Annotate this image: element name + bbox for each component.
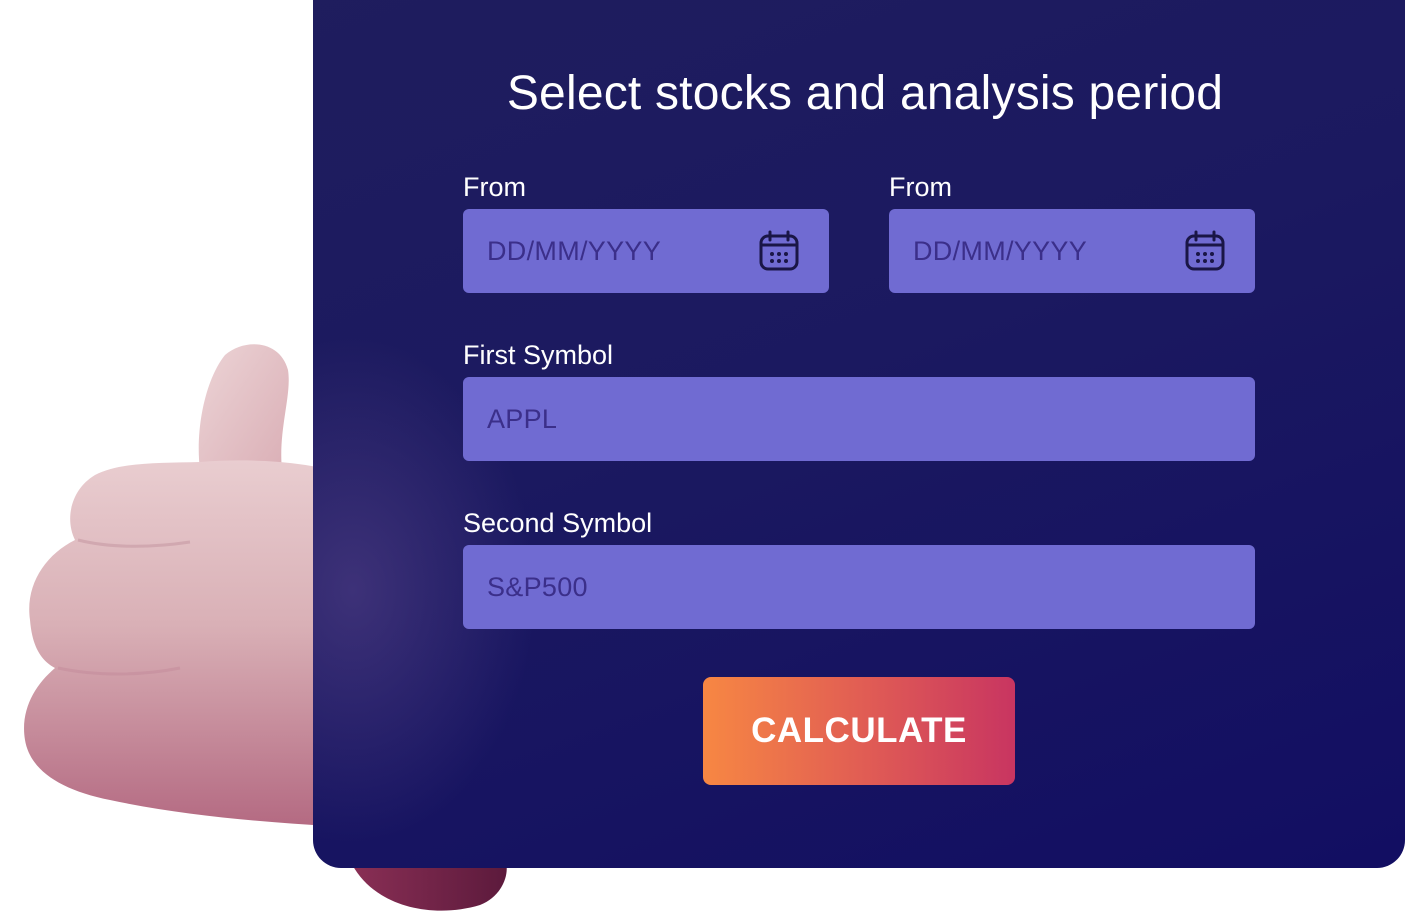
first-symbol-input[interactable]: APPL [463,377,1255,461]
second-symbol-input[interactable]: S&P500 [463,545,1255,629]
to-date-placeholder: DD/MM/YYYY [913,236,1088,266]
first-symbol-label: First Symbol [463,340,614,370]
to-date-label: From [889,172,952,202]
analysis-form-card: Select stocks and analysis period From D… [313,0,1405,868]
first-symbol-placeholder: APPL [487,404,558,434]
second-symbol-label: Second Symbol [463,508,653,538]
from-date-input[interactable]: DD/MM/YYYY [463,209,829,293]
from-date-label: From [463,172,526,202]
second-symbol-placeholder: S&P500 [487,572,588,602]
calendar-icon[interactable] [757,229,801,273]
form-title: Select stocks and analysis period [506,67,1224,120]
calculate-button[interactable]: CALCULATE [703,677,1015,785]
from-date-placeholder: DD/MM/YYYY [487,236,662,266]
page: Select stocks and analysis period From D… [0,0,1405,920]
calendar-icon[interactable] [1183,229,1227,273]
to-date-input[interactable]: DD/MM/YYYY [889,209,1255,293]
